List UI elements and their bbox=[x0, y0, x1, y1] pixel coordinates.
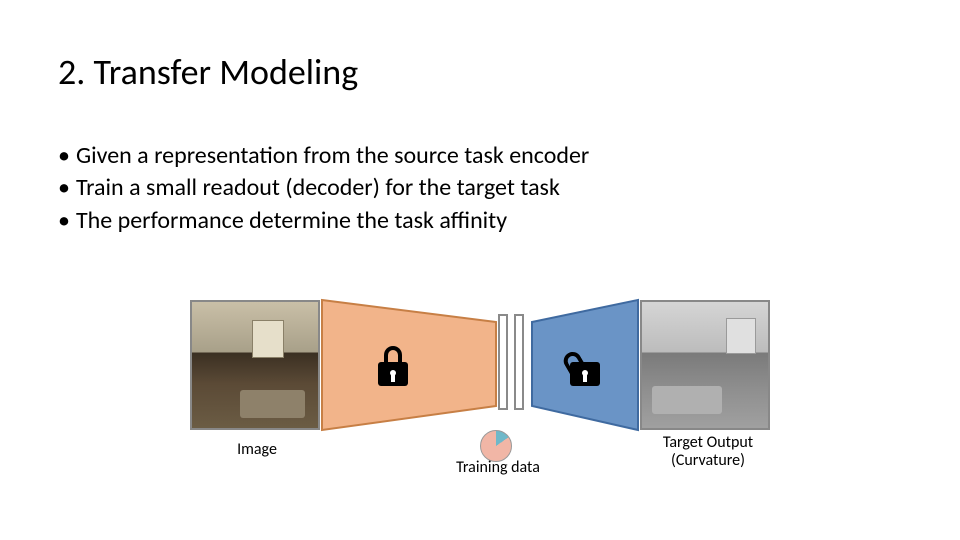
bullet-item: •The performance determine the task affi… bbox=[58, 205, 589, 237]
transfer-diagram: Image Training data Target Output (Curva… bbox=[180, 280, 780, 500]
input-label: Image bbox=[212, 440, 302, 459]
lock-open-icon bbox=[570, 346, 600, 386]
input-image bbox=[190, 300, 320, 430]
output-image bbox=[640, 300, 770, 430]
output-label: Target Output (Curvature) bbox=[628, 434, 788, 471]
encoder-shape bbox=[322, 300, 496, 430]
output-label-line2: (Curvature) bbox=[628, 452, 788, 470]
lock-closed-icon bbox=[378, 346, 408, 386]
bottleneck-icon bbox=[498, 314, 524, 410]
output-label-line1: Target Output bbox=[628, 434, 788, 452]
bullet-text: Given a representation from the source t… bbox=[76, 140, 589, 172]
bullet-item: •Given a representation from the source … bbox=[58, 140, 589, 172]
bullet-list: •Given a representation from the source … bbox=[58, 140, 589, 237]
bullet-text: Train a small readout (decoder) for the … bbox=[76, 172, 560, 204]
bullet-item: •Train a small readout (decoder) for the… bbox=[58, 172, 589, 204]
slide-title: 2. Transfer Modeling bbox=[58, 50, 358, 94]
bullet-text: The performance determine the task affin… bbox=[76, 205, 507, 237]
training-label: Training data bbox=[438, 458, 558, 477]
